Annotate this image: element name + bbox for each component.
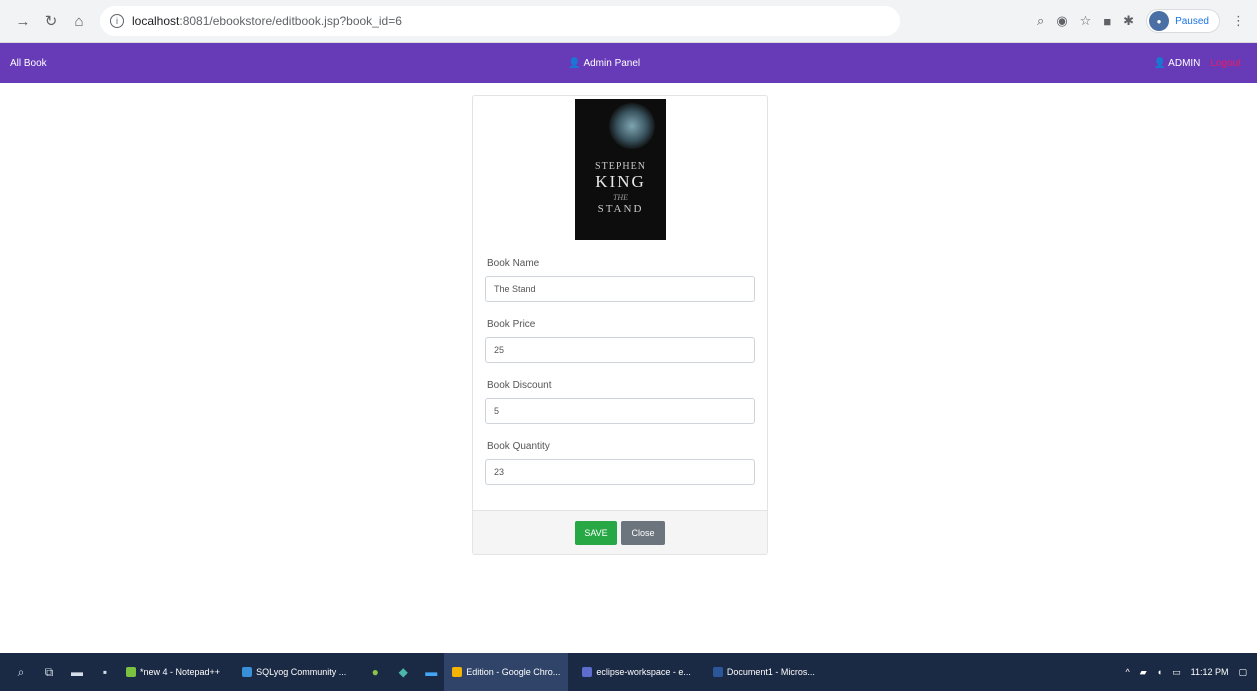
taskbar-item-notepad[interactable]: *new 4 - Notepad++	[118, 653, 228, 691]
star-icon[interactable]: ☆	[1080, 13, 1092, 29]
forward-icon[interactable]: →	[12, 10, 34, 32]
save-button[interactable]: SAVE	[575, 521, 617, 545]
edit-book-card: STEPHEN KING THE STAND Book Name Book Pr…	[472, 95, 768, 555]
eclipse-icon	[582, 667, 593, 677]
notification-icon[interactable]: ▢	[1238, 667, 1247, 678]
book-name-label: Book Name	[487, 258, 540, 269]
admin-panel-label: Admin Panel	[583, 57, 641, 69]
word-icon	[712, 667, 723, 677]
book-cover-image: STEPHEN KING THE STAND	[575, 99, 666, 240]
puzzle-icon[interactable]: ✱	[1123, 13, 1134, 29]
cover-author-last: KING	[595, 172, 646, 191]
taskbar-label: Document1 - Micros...	[726, 667, 815, 677]
taskbar-label: eclipse-workspace - e...	[596, 667, 691, 677]
address-bar[interactable]: i localhost :8081/ebookstore/editbook.js…	[100, 6, 900, 36]
taskbar-item-sqlyog[interactable]: SQLyog Community ...	[234, 653, 354, 691]
system-tray: ^ ▰ ◖ ▭ 11:12 PM ▢	[1126, 667, 1257, 678]
book-price-label: Book Price	[487, 319, 536, 330]
eye-off-icon[interactable]: ◉	[1056, 13, 1067, 29]
taskbar-item-eclipse[interactable]: eclipse-workspace - e...	[574, 653, 699, 691]
taskbar-item-word[interactable]: Document1 - Micros...	[705, 653, 823, 691]
sqlyog-icon	[242, 667, 253, 677]
taskbar-item-chrome[interactable]: Edition - Google Chro...	[444, 653, 569, 691]
close-button[interactable]: Close	[621, 521, 665, 545]
cover-title: STAND	[597, 203, 644, 215]
admin-user[interactable]: 👤 ADMIN	[1153, 58, 1200, 69]
url-path: :8081/ebookstore/editbook.jsp?book_id=6	[179, 14, 402, 28]
zoom-icon[interactable]: ⌕	[1037, 13, 1044, 29]
chevron-up-icon[interactable]: ^	[1126, 667, 1130, 677]
windows-taskbar: ⌕ ⧉ ▬ ▪ *new 4 - Notepad++ SQLyog Commun…	[0, 653, 1257, 691]
book-discount-label: Book Discount	[487, 380, 552, 391]
volume-icon[interactable]: ◖	[1157, 667, 1162, 677]
cover-author-first: STEPHEN	[595, 161, 646, 172]
all-book-link[interactable]: All Book	[10, 58, 47, 69]
search-icon[interactable]: ⌕	[14, 665, 28, 679]
book-name-input[interactable]	[485, 276, 755, 302]
book-price-input[interactable]	[485, 337, 755, 363]
store-icon[interactable]: ▪	[98, 665, 112, 679]
book-quantity-input[interactable]	[485, 459, 755, 485]
file-explorer-icon[interactable]: ▬	[70, 665, 84, 679]
logout-link[interactable]: Logout	[1210, 58, 1241, 69]
taskbar-label: *new 4 - Notepad++	[140, 667, 221, 677]
clock[interactable]: 11:12 PM	[1191, 667, 1229, 677]
book-discount-input[interactable]	[485, 398, 755, 424]
avatar: ●	[1149, 11, 1170, 31]
url-host: localhost	[132, 14, 180, 28]
app-icon-teal[interactable]: ◆	[396, 665, 410, 679]
user-icon: 👤	[568, 57, 581, 69]
card-footer: SAVE Close	[473, 510, 767, 554]
cover-the: THE	[612, 193, 629, 202]
task-view-icon[interactable]: ⧉	[42, 665, 56, 679]
taskbar-label: Edition - Google Chro...	[466, 667, 561, 677]
profile-button[interactable]: ● Paused	[1146, 9, 1220, 33]
user-icon: 👤	[1153, 57, 1166, 69]
admin-panel-title: 👤 Admin Panel	[568, 58, 640, 69]
keyboard-icon[interactable]: ▭	[1172, 667, 1181, 678]
browser-toolbar: → ↻ ⌂ i localhost :8081/ebookstore/editb…	[0, 0, 1257, 43]
notepad-icon	[126, 667, 136, 677]
cover-art	[609, 103, 655, 149]
reload-icon[interactable]: ↻	[40, 10, 62, 32]
network-icon[interactable]: ▰	[1140, 667, 1147, 678]
chrome-icon	[452, 667, 463, 677]
navbar-user: 👤 ADMIN Logout	[1153, 58, 1241, 69]
menu-icon[interactable]: ⋮	[1232, 13, 1245, 29]
extension-icon[interactable]: ■	[1103, 14, 1111, 29]
book-quantity-label: Book Quantity	[487, 441, 550, 452]
browser-actions: ⌕ ◉ ☆ ■ ✱ ● Paused ⋮	[1037, 9, 1257, 33]
home-icon[interactable]: ⌂	[68, 10, 90, 32]
admin-user-label: ADMIN	[1168, 57, 1201, 69]
admin-navbar: All Book 👤 Admin Panel 👤 ADMIN Logout	[0, 43, 1257, 83]
info-icon[interactable]: i	[110, 14, 124, 28]
app-icon-green[interactable]: ●	[368, 665, 382, 679]
app-icon-blue[interactable]: ▬	[424, 665, 438, 679]
profile-label: Paused	[1175, 15, 1209, 27]
taskbar-label: SQLyog Community ...	[256, 667, 347, 677]
